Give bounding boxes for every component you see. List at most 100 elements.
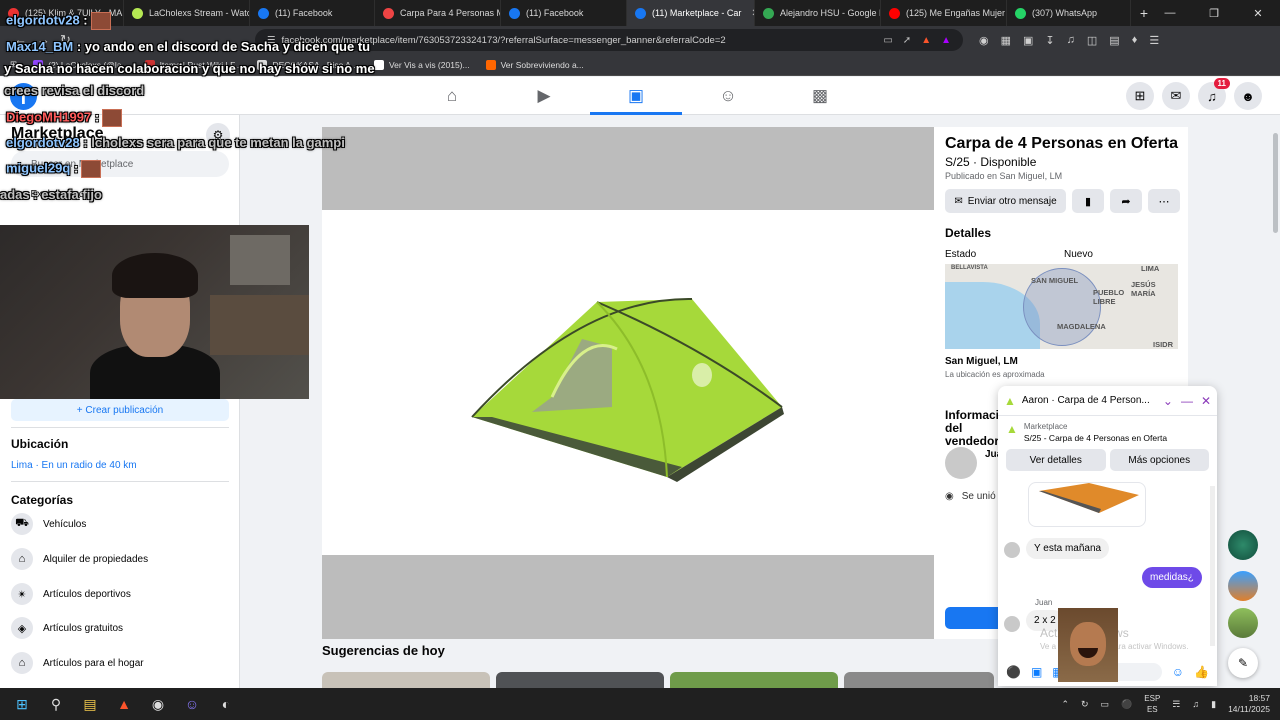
suggestion-thumb[interactable] — [322, 672, 490, 688]
menu-icon[interactable]: ☰ — [1149, 34, 1159, 47]
close-icon[interactable]: ✕ — [1201, 394, 1211, 408]
video-icon[interactable]: ▶ — [498, 77, 590, 115]
shared-image[interactable] — [1028, 482, 1146, 527]
browser-tab[interactable]: Alejandro HSU - Google M — [755, 0, 881, 26]
restore-window-icon[interactable]: ❐ — [1192, 0, 1236, 26]
microphone-icon[interactable]: ⚫ — [1006, 665, 1021, 679]
obs-icon[interactable]: ◉ — [148, 694, 168, 714]
home-icon[interactable]: ⌂ — [406, 77, 498, 115]
browser-tab[interactable]: (11) Facebook — [250, 0, 375, 26]
share-icon[interactable]: ➚ — [903, 35, 911, 46]
close-window-icon[interactable]: ✕ — [1236, 0, 1280, 26]
brave-shield-icon[interactable]: ▲ — [921, 35, 931, 46]
bookmark[interactable]: Ver Sobreviviendo a... — [485, 59, 584, 70]
search-icon[interactable]: ⚲ — [46, 694, 66, 714]
chat-scrollbar[interactable] — [1210, 486, 1215, 646]
tab-label: (11) Facebook — [526, 8, 584, 18]
download-icon[interactable]: ↧ — [1045, 34, 1054, 47]
gaming-icon[interactable]: ▩ — [774, 77, 866, 115]
create-listing-button[interactable]: + Crear publicación — [11, 399, 229, 421]
send-message-button[interactable]: ✉ Enviar otro mensaje — [945, 189, 1066, 213]
share-arrow-icon[interactable]: ➦ — [1110, 189, 1142, 213]
extension-icon[interactable]: ◉ — [979, 34, 989, 47]
new-message-icon[interactable]: ✎ — [1228, 648, 1258, 678]
browser-tab[interactable]: Carpa Para 4 Personas Mo — [375, 0, 501, 26]
more-options-icon[interactable]: ⋯ — [1148, 189, 1180, 213]
category-rentals[interactable]: ⌂ Alquiler de propiedades — [11, 548, 148, 570]
save-bookmark-icon[interactable]: ▮ — [1072, 189, 1104, 213]
windows-start-icon[interactable]: ⊞ — [12, 694, 32, 714]
menu-grid-icon[interactable]: ⊞ — [1126, 82, 1154, 110]
sidebar-icon[interactable]: ◫ — [1087, 34, 1097, 47]
wifi-icon[interactable]: ☴ — [1172, 699, 1180, 710]
scroll-thumb[interactable] — [1273, 133, 1278, 233]
suggestion-thumb[interactable] — [496, 672, 664, 688]
suggestion-thumb[interactable] — [844, 672, 994, 688]
wallet-icon[interactable]: ▤ — [1109, 34, 1119, 47]
marketplace-icon[interactable]: ▣ — [590, 77, 682, 115]
screenshot-icon[interactable]: ▣ — [1023, 34, 1033, 47]
more-options-button[interactable]: Más opciones — [1109, 449, 1209, 471]
chat-head-avatar[interactable] — [1228, 530, 1258, 560]
battery-icon[interactable]: ▮ — [1211, 699, 1216, 710]
browser-tab[interactable]: (307) WhatsApp — [1007, 0, 1131, 26]
browser-tab[interactable]: LaCholexs Stream - Watch — [124, 0, 250, 26]
language-indicator[interactable]: ESP ES — [1144, 693, 1160, 715]
browser-tab[interactable]: (11) Marketplace - Car✕ — [627, 0, 755, 26]
clock[interactable]: 18:57 14/11/2025 — [1228, 693, 1270, 715]
browser-tab[interactable]: (125) Me Engañas Mujer - — [881, 0, 1007, 26]
product-image-viewer[interactable] — [322, 127, 934, 639]
cast-icon[interactable]: ▭ — [883, 35, 892, 46]
chat-head-avatar[interactable] — [1228, 571, 1258, 601]
puzzle-icon[interactable]: ▦ — [1001, 34, 1011, 47]
media-icon[interactable]: ♫ — [1067, 34, 1075, 47]
seller-info-heading: Información del vendedor — [945, 408, 1014, 448]
emote-image — [102, 109, 123, 127]
chat-head-avatar[interactable] — [1228, 608, 1258, 638]
microphone-icon[interactable]: ⚫ — [1121, 699, 1132, 710]
steam-icon[interactable]: ◐ — [216, 694, 236, 714]
network-icon[interactable]: ▭ — [1101, 699, 1110, 710]
image-icon[interactable]: ▣ — [1031, 665, 1042, 679]
tab-label: (11) Marketplace - Car — [652, 8, 742, 18]
bookmark[interactable]: Ver Vis a vis (2015)... — [373, 59, 470, 70]
file-explorer-icon[interactable]: ▤ — [80, 694, 100, 714]
category-free[interactable]: ◈ Artículos gratuitos — [11, 617, 123, 639]
map-label: SAN MIGUEL — [1031, 276, 1079, 285]
minimize-icon[interactable]: — — [1181, 394, 1193, 408]
emoji-icon[interactable]: ☺ — [1172, 665, 1184, 679]
sync-icon[interactable]: ↻ — [1081, 699, 1089, 710]
rewards-icon[interactable]: ▲ — [941, 35, 951, 46]
volume-icon[interactable]: ♫ — [1192, 699, 1199, 709]
categories-heading: Categorías — [11, 493, 74, 507]
messenger-icon[interactable]: ✉ — [1162, 82, 1190, 110]
like-icon[interactable]: 👍 — [1194, 665, 1209, 679]
notifications-icon[interactable]: ♫ 11 — [1198, 78, 1230, 110]
stream-chat-line: elgordotv28 : lcholexs sera para que te … — [6, 135, 345, 150]
sender-avatar — [1004, 542, 1020, 558]
tent-thumbnail-icon: ▲ — [1004, 393, 1016, 408]
window-controls: — ❐ ✕ — [1148, 0, 1280, 26]
chevron-down-icon[interactable]: ⌄ — [1163, 394, 1173, 408]
suggestion-thumb[interactable] — [670, 672, 838, 688]
discord-icon[interactable]: ☺ — [182, 694, 202, 714]
chevron-up-icon[interactable]: ⌃ — [1061, 699, 1069, 710]
chat-header[interactable]: ▲ Aaron · Carpa de 4 Person... ⌄ — ✕ — [998, 386, 1217, 416]
minimize-window-icon[interactable]: — — [1148, 0, 1192, 26]
tab-favicon-icon — [509, 7, 520, 19]
sender-name: Juan — [1035, 598, 1053, 607]
page-scrollbar[interactable] — [1271, 115, 1280, 688]
vpn-icon[interactable]: ♦ — [1132, 34, 1138, 47]
category-vehicles[interactable]: ⛟ Vehículos — [11, 513, 86, 535]
profile-avatar[interactable]: ☻ — [1234, 82, 1262, 110]
location-map[interactable]: SAN MIGUEL PUEBLO LIBRE JESÚS MARÍA MAGD… — [945, 264, 1178, 349]
category-home[interactable]: ⌂ Artículos para el hogar — [11, 652, 144, 674]
context-label: Marketplace — [1023, 422, 1068, 431]
browser-tab[interactable]: (11) Facebook — [501, 0, 627, 26]
groups-icon[interactable]: ☺ — [682, 77, 774, 115]
brave-browser-icon[interactable]: ▲ — [114, 694, 134, 714]
category-sports[interactable]: ✴ Artículos deportivos — [11, 583, 131, 605]
view-details-button[interactable]: Ver detalles — [1006, 449, 1106, 471]
location-value-link[interactable]: Lima · En un radio de 40 km — [11, 460, 137, 471]
seller-avatar[interactable] — [945, 447, 977, 479]
